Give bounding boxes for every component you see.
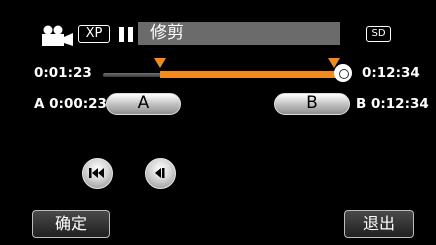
trim-screen: XP 修剪 SD 0:01:23 0:12:34 A 0:00:23 A B B…	[0, 0, 436, 245]
pause-icon	[119, 27, 133, 42]
page-title: 修剪	[138, 22, 340, 45]
recording-mode-badge: XP	[78, 25, 110, 43]
frame-back-button[interactable]	[145, 158, 176, 189]
current-time: 0:01:23	[34, 65, 92, 81]
skip-to-start-button[interactable]	[82, 158, 113, 189]
set-b-button[interactable]: B	[274, 93, 350, 115]
set-a-button[interactable]: A	[106, 93, 181, 115]
b-point-value: 0:12:34	[371, 96, 429, 112]
video-camera-icon	[42, 25, 73, 46]
frame-back-icon	[155, 168, 165, 178]
sd-card-badge: SD	[366, 26, 391, 42]
skip-to-start-icon	[89, 168, 104, 178]
a-point-label: A	[34, 96, 45, 112]
selected-range	[160, 71, 340, 78]
exit-button[interactable]: 退出	[344, 210, 414, 238]
a-point-marker	[154, 58, 166, 68]
total-time: 0:12:34	[362, 65, 420, 81]
a-point-time: A 0:00:23	[34, 96, 107, 112]
confirm-button[interactable]: 确定	[32, 210, 110, 238]
a-point-value: 0:00:23	[49, 96, 107, 112]
b-point-label: B	[356, 96, 367, 112]
b-point-time: B 0:12:34	[356, 96, 429, 112]
playhead-knob[interactable]	[334, 64, 352, 82]
